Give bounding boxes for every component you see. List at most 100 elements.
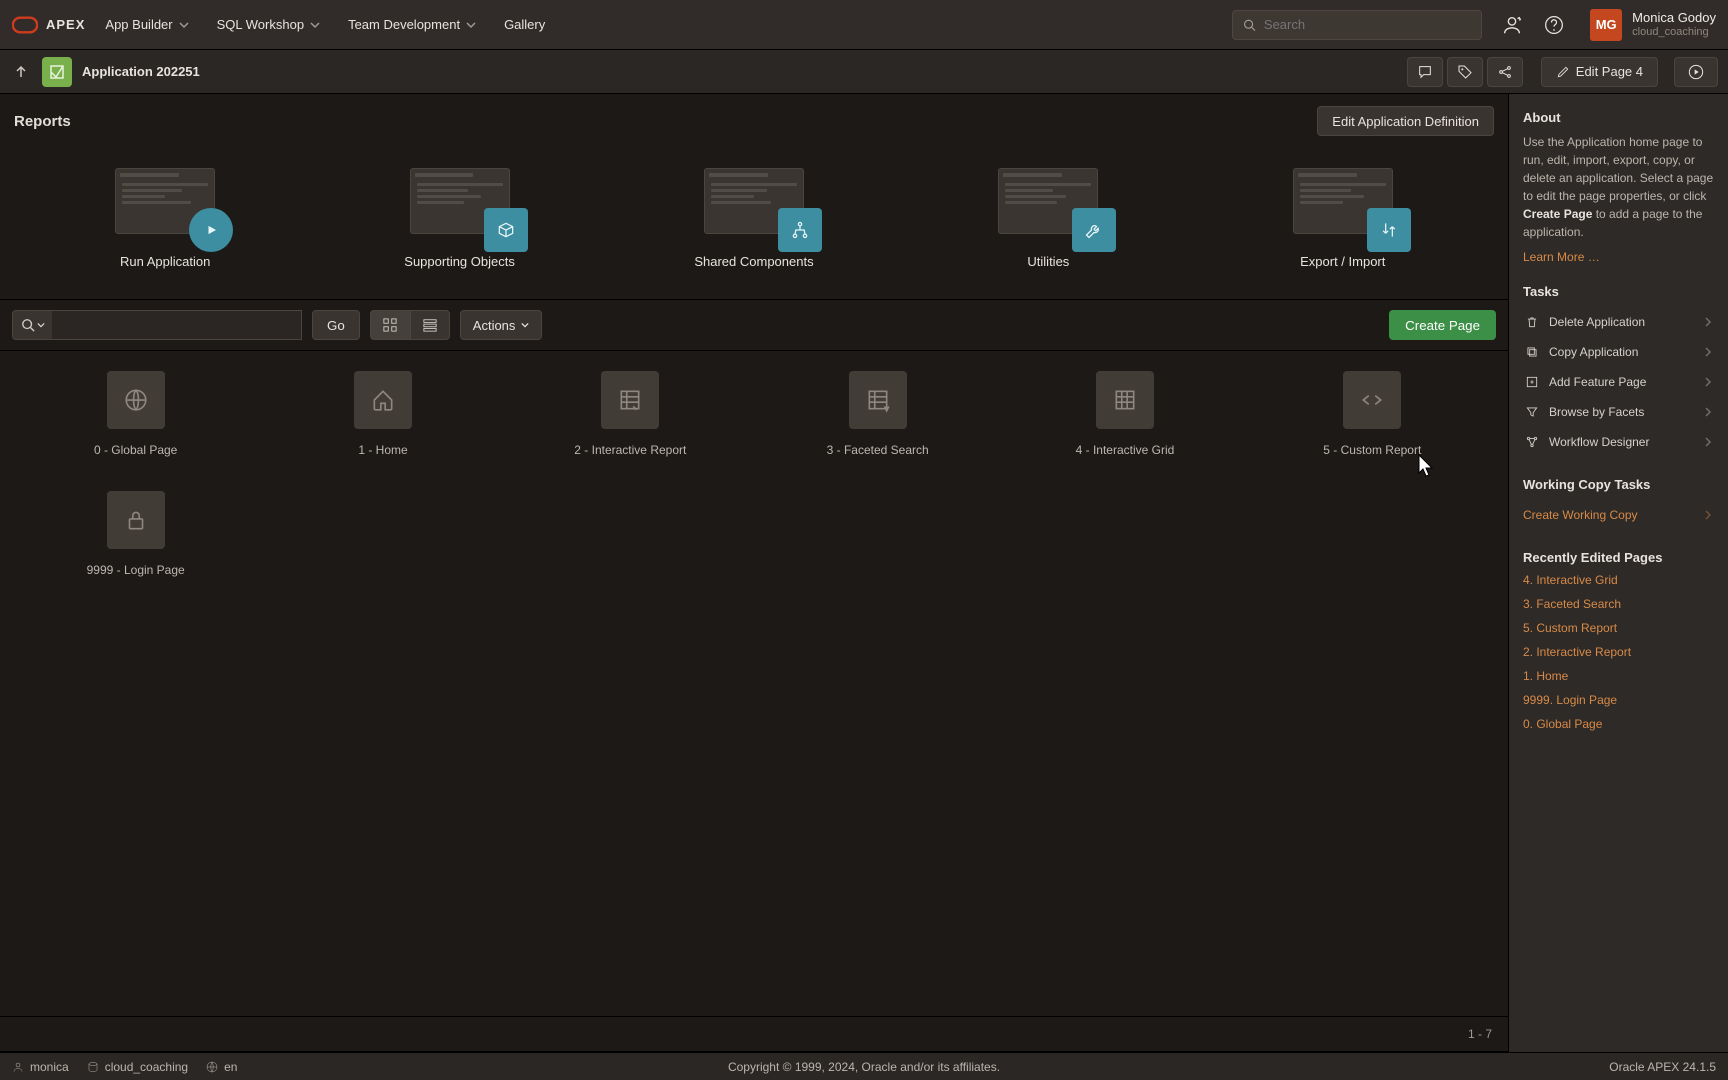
list-view-button[interactable] (410, 310, 450, 340)
tasks-heading: Tasks (1523, 284, 1714, 299)
card-supporting-objects[interactable]: Supporting Objects (360, 168, 560, 269)
body: Reports Edit Application Definition Run … (0, 94, 1728, 1052)
task-item[interactable]: Workflow Designer (1523, 427, 1714, 457)
user-name: Monica Godoy (1632, 11, 1716, 25)
chevron-down-icon (37, 321, 45, 329)
app-chip-icon (42, 57, 72, 87)
chevron-right-icon (1704, 317, 1712, 327)
search-filter-button[interactable] (12, 310, 52, 340)
footer-workspace[interactable]: cloud_coaching (87, 1060, 188, 1074)
task-item[interactable]: Copy Application (1523, 337, 1714, 367)
card-run-application[interactable]: Run Application (65, 168, 265, 269)
actions-button[interactable]: Actions (460, 310, 543, 340)
database-icon (87, 1061, 99, 1073)
page-item[interactable]: 9999 - Login Page (12, 491, 259, 611)
recent-page-link[interactable]: 5. Custom Report (1523, 621, 1714, 635)
recent-page-link[interactable]: 3. Faceted Search (1523, 597, 1714, 611)
footer-user[interactable]: monica (12, 1060, 69, 1074)
up-button[interactable] (10, 61, 32, 83)
card-shared-components[interactable]: Shared Components (654, 168, 854, 269)
page-item[interactable]: 3 - Faceted Search (754, 371, 1001, 491)
page-item[interactable]: 5 - Custom Report (1249, 371, 1496, 491)
user-workspace: cloud_coaching (1632, 26, 1716, 38)
learn-more-link[interactable]: Learn More … (1523, 250, 1600, 264)
recent-page-link[interactable]: 4. Interactive Grid (1523, 573, 1714, 587)
recent-page-link[interactable]: 0. Global Page (1523, 717, 1714, 731)
page-item[interactable]: 2 - Interactive Report (507, 371, 754, 491)
chevron-right-icon (1704, 347, 1712, 357)
search-icon (1243, 18, 1256, 32)
page-label: 1 - Home (358, 443, 407, 457)
chevron-right-icon (1704, 437, 1712, 447)
lock-icon (107, 491, 165, 549)
logo[interactable]: APEX (12, 12, 85, 38)
plus-icon (1525, 375, 1539, 389)
nav-sql-workshop[interactable]: SQL Workshop (217, 17, 320, 32)
page-item[interactable]: 4 - Interactive Grid (1001, 371, 1248, 491)
facet-icon (849, 371, 907, 429)
page-item[interactable]: 0 - Global Page (12, 371, 259, 491)
help-icon[interactable] (1540, 11, 1568, 39)
nav-gallery[interactable]: Gallery (504, 17, 545, 32)
footer-version: Oracle APEX 24.1.5 (1609, 1060, 1716, 1074)
page-toolbar: Go Actions Create Page (0, 300, 1508, 351)
edit-app-definition-button[interactable]: Edit Application Definition (1317, 106, 1494, 136)
tag-button[interactable] (1447, 57, 1483, 87)
topbar: APEX App Builder SQL Workshop Team Devel… (0, 0, 1728, 50)
page-grid: 0 - Global Page 1 - Home 2 - Interactive R… (0, 351, 1508, 1017)
run-button[interactable] (1674, 57, 1718, 87)
user-block[interactable]: MG Monica Godoy cloud_coaching (1590, 9, 1716, 41)
comments-button[interactable] (1407, 57, 1443, 87)
create-page-button[interactable]: Create Page (1389, 310, 1496, 340)
chevron-right-icon (1704, 407, 1712, 417)
funnel-icon (1525, 405, 1539, 419)
page-label: 2 - Interactive Report (574, 443, 686, 457)
recent-page-link[interactable]: 1. Home (1523, 669, 1714, 683)
page-item[interactable]: 1 - Home (259, 371, 506, 491)
recent-heading: Recently Edited Pages (1523, 550, 1714, 565)
recent-page-link[interactable]: 2. Interactive Report (1523, 645, 1714, 659)
page-search-input[interactable] (52, 310, 302, 340)
oracle-logo-icon (12, 12, 38, 38)
app-label: Application 202251 (82, 64, 200, 79)
task-item[interactable]: Add Feature Page (1523, 367, 1714, 397)
card-export-import[interactable]: Export / Import (1243, 168, 1443, 269)
search-input[interactable] (1264, 17, 1471, 32)
trash-icon (1525, 315, 1539, 329)
play-icon (1688, 64, 1704, 80)
play-icon (189, 208, 233, 252)
page-label: 5 - Custom Report (1323, 443, 1421, 457)
action-cards: Run Application Supporting Objects Share… (0, 148, 1508, 300)
create-working-copy-link[interactable]: Create Working Copy (1523, 500, 1714, 530)
task-item[interactable]: Delete Application (1523, 307, 1714, 337)
sidebar: About Use the Application home page to r… (1508, 94, 1728, 1052)
grid-footer: 1 - 7 (0, 1017, 1508, 1052)
edit-page-button[interactable]: Edit Page 4 (1541, 57, 1658, 87)
globe-icon (206, 1061, 218, 1073)
user-icon (12, 1061, 24, 1073)
page-title: Reports (14, 113, 71, 130)
task-item[interactable]: Browse by Facets (1523, 397, 1714, 427)
chevron-down-icon (310, 20, 320, 30)
nav-team-dev[interactable]: Team Development (348, 17, 476, 32)
grid-view-button[interactable] (370, 310, 410, 340)
footer-lang[interactable]: en (206, 1060, 237, 1074)
wrench-icon (1072, 208, 1116, 252)
card-utilities[interactable]: Utilities (948, 168, 1148, 269)
copy-icon (1525, 345, 1539, 359)
recent-page-link[interactable]: 9999. Login Page (1523, 693, 1714, 707)
edit-icon (1556, 65, 1570, 79)
working-copy-heading: Working Copy Tasks (1523, 477, 1714, 492)
nav-app-builder[interactable]: App Builder (105, 17, 188, 32)
avatar: MG (1590, 9, 1622, 41)
share-button[interactable] (1487, 57, 1523, 87)
page-label: 3 - Faceted Search (827, 443, 929, 457)
chevron-down-icon (466, 20, 476, 30)
go-button[interactable]: Go (312, 310, 360, 340)
subheader: Application 202251 Edit Page 4 (0, 50, 1728, 94)
global-search[interactable] (1232, 10, 1482, 40)
workflow-icon (1525, 435, 1539, 449)
ireport-icon (601, 371, 659, 429)
chevron-right-icon (1704, 510, 1712, 520)
admin-icon[interactable] (1498, 11, 1526, 39)
